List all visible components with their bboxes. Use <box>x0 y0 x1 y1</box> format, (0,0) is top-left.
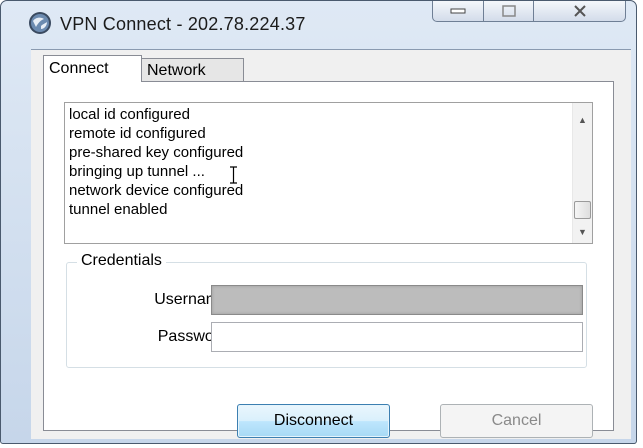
vpn-globe-icon <box>29 12 51 34</box>
log-line: bringing up tunnel ... <box>69 163 205 180</box>
tab-connect[interactable]: Connect <box>43 55 142 82</box>
tab-strip: Connect Network <box>43 55 244 82</box>
minimize-icon <box>450 8 466 14</box>
text-cursor-icon <box>230 166 237 184</box>
credentials-legend: Credentials <box>77 252 166 270</box>
title-bar[interactable]: VPN Connect - 202.78.224.37 <box>1 1 636 49</box>
log-scrollbar[interactable]: ▲ ▼ <box>572 103 592 243</box>
scroll-up-arrow-icon[interactable]: ▲ <box>578 115 587 125</box>
close-icon <box>573 5 586 17</box>
maximize-icon <box>501 5 516 17</box>
connection-log[interactable]: local id configured remote id configured… <box>64 102 593 244</box>
connect-tab-panel: local id configured remote id configured… <box>43 81 614 438</box>
cancel-button[interactable]: Cancel <box>440 404 593 438</box>
tab-network[interactable]: Network <box>142 58 244 82</box>
log-line: pre-shared key configured <box>69 144 244 161</box>
disconnect-button[interactable]: Disconnect <box>237 404 390 438</box>
scroll-down-arrow-icon[interactable]: ▼ <box>578 227 587 237</box>
window-title: VPN Connect - 202.78.224.37 <box>60 14 306 34</box>
maximize-button[interactable] <box>484 1 534 22</box>
log-line: remote id configured <box>69 125 206 142</box>
log-line: network device configured <box>69 182 244 199</box>
scrollbar-thumb[interactable] <box>574 201 591 219</box>
log-line: local id configured <box>69 106 190 123</box>
password-field[interactable] <box>211 322 583 352</box>
username-field[interactable] <box>211 285 583 315</box>
vpn-connect-window: VPN Connect - 202.78.224.37 Connect Netw… <box>0 0 637 444</box>
log-lines: local id configured remote id configured… <box>69 105 243 219</box>
log-line: tunnel enabled <box>69 201 168 218</box>
credentials-group: Credentials Username Password <box>66 252 587 368</box>
dialog-client-area: Connect Network local id configured remo… <box>31 49 631 439</box>
minimize-button[interactable] <box>432 1 484 22</box>
close-button[interactable] <box>534 1 626 22</box>
caption-buttons <box>432 1 626 23</box>
